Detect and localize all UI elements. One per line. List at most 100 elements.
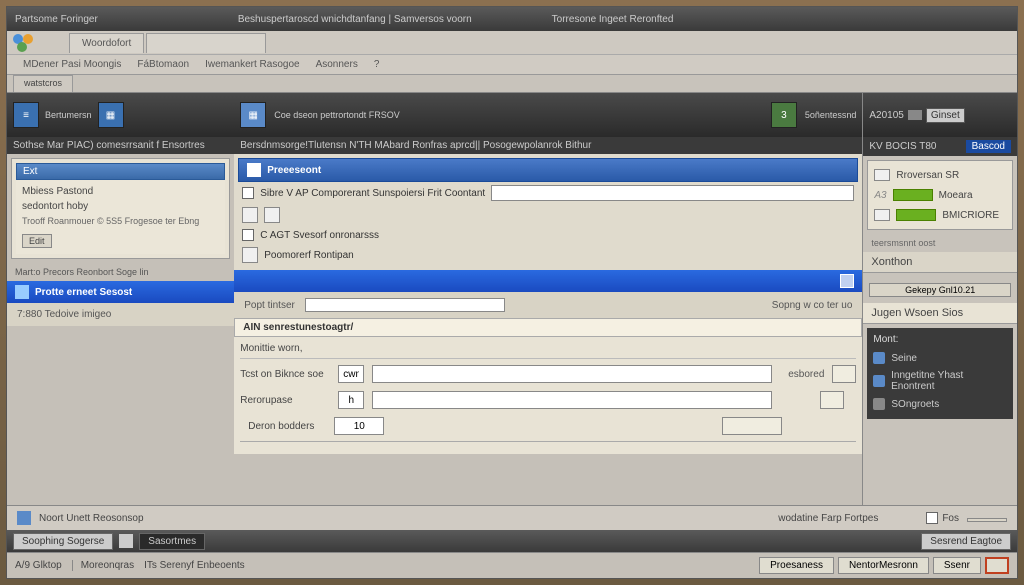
left-search-row: 7:880 Tedoive imigeo (7, 303, 234, 326)
form-row-1: Tcst on Biknce soe esbored (240, 365, 856, 383)
left-blue-bar[interactable]: Protte erneet Sesost (7, 281, 234, 303)
r-item-1[interactable]: Rroversan SR (872, 165, 1008, 185)
status-tab-r[interactable]: Sesrend Eagtoe (921, 533, 1011, 550)
doc-icon (15, 285, 29, 299)
main-tab-2[interactable] (146, 33, 266, 53)
icon-sq-1[interactable] (242, 207, 258, 223)
divider (240, 441, 856, 442)
status-tab-1[interactable]: Soophing Sogerse (13, 533, 113, 550)
rt-label: A20105 (869, 110, 903, 121)
tool-icon-1[interactable]: ≡ (13, 102, 39, 128)
section-header-1[interactable]: Preeeseont (238, 158, 858, 182)
row3-icon[interactable] (242, 247, 258, 263)
footer-btn-4[interactable] (985, 557, 1009, 574)
help-icon[interactable]: ? (374, 59, 380, 70)
footer-btn-3[interactable]: Ssenr (933, 557, 981, 574)
panel-edit-button[interactable]: Edit (22, 234, 52, 248)
menu-item-4[interactable]: Asonners (316, 59, 358, 70)
act-button[interactable] (967, 518, 1007, 522)
f3-box[interactable] (722, 417, 782, 435)
act-checkbox[interactable] (926, 512, 938, 524)
left-panel: Ext Mbiess Pastond sedontort hoby Trooff… (11, 158, 230, 259)
f1-prefix[interactable] (338, 365, 364, 383)
r-side-head: Jugen Wsoen Sios (863, 303, 1017, 324)
menu-item-2[interactable]: FáBtomaon (137, 59, 189, 70)
mid-tool-icon[interactable]: ▦ (240, 102, 266, 128)
r-sec-label: teersmsnnt oost (863, 234, 1017, 252)
search-label-r: Sopng w co ter uo (772, 300, 853, 311)
tool-icon-2[interactable]: ▦ (98, 102, 124, 128)
footer-btn-1[interactable]: Proesaness (759, 557, 834, 574)
dark-item-2[interactable]: Inngetitne Yhast Enontrent (873, 367, 1007, 395)
mid-toolbar: ▦ Coe dseon pettrortondt FRSOV 3 5oñente… (234, 93, 862, 137)
search-input[interactable] (305, 298, 505, 312)
f2-label: Rerorupase (240, 395, 330, 406)
footer: A/9 Glktop Moreonqras ITs Serenyf Enbeoe… (7, 552, 1017, 578)
bluebar-label: Protte erneet Sesost (35, 287, 132, 298)
act-icon (17, 511, 31, 525)
panel-head[interactable]: Ext (16, 163, 225, 180)
f2-prefix[interactable] (338, 391, 364, 409)
form-area: Monittie worn, Tcst on Biknce soe esbore… (234, 337, 862, 454)
dark-item-3[interactable]: SOngroets (873, 395, 1007, 413)
big-blue-bar[interactable] (234, 270, 862, 292)
secondary-menu: MDener Pasi Moongis FáBtomaon Iwemankert… (7, 55, 1017, 75)
d3-label: SOngroets (891, 399, 939, 410)
main-area: ≡ Bertumersn ▦ Sothse Mar PIAC) comesrrs… (7, 93, 1017, 505)
r-sec-button[interactable]: Gekepy Gnl10.21 (869, 283, 1011, 297)
rt-button[interactable]: Ginset (926, 108, 965, 123)
icon-sq-2[interactable] (264, 207, 280, 223)
d1-label: Seine (891, 353, 917, 364)
f3-input[interactable] (334, 417, 384, 435)
row2-label: C AGT Svesorf onronarsss (260, 230, 379, 241)
status-icon (119, 534, 133, 548)
checkbox-2[interactable] (242, 229, 254, 241)
mid-band-text: Bersdnmsorge!Tlutensn N'TH MAbard Ronfra… (240, 140, 591, 151)
menu-item-1[interactable]: MDener Pasi Moongis (23, 59, 121, 70)
title-center2: Torresone Ingeet Reronfted (552, 14, 674, 25)
right-band: KV BOCIS T80 Bascod (863, 137, 1017, 156)
f2-input[interactable] (372, 391, 772, 409)
act-chk-label: Fos (942, 513, 959, 524)
left-band-text: Sothse Mar PIAC) comesrrsanit f Ensortre… (13, 140, 205, 151)
f2-box[interactable] (820, 391, 844, 409)
f3-label: Deron bodders (248, 421, 326, 432)
doc-tab-1[interactable]: watstcros (13, 75, 73, 92)
bottom-area: Noort Unett Reosonsop wodatine Farp Fort… (7, 505, 1017, 578)
mid-column: ▦ Coe dseon pettrortondt FRSOV 3 5oñente… (234, 93, 862, 505)
mid-content: Preeeseont Sibre V AP Comporerant Sunspo… (234, 154, 862, 270)
r-item-3[interactable]: BMICRIORE (872, 205, 1008, 225)
footer-btn-2[interactable]: NentorMesronn (838, 557, 929, 574)
mid-tool-icon2[interactable]: 3 (771, 102, 797, 128)
menu-item-3[interactable]: Iwemankert Rasogoe (205, 59, 300, 70)
right-toolbar: A20105 Ginset (863, 93, 1017, 137)
f1-box[interactable] (832, 365, 856, 383)
checkbox-1[interactable] (242, 187, 254, 199)
footer-3[interactable]: ITs Serenyf Enbeoents (144, 560, 245, 571)
rband-text: KV BOCIS T80 (869, 141, 936, 152)
rt-box (908, 110, 922, 120)
status-tab-2[interactable]: Sasortmes (139, 533, 205, 550)
ci-icon-3 (873, 398, 885, 410)
item1-label: Rroversan SR (896, 170, 959, 181)
left-column: ≡ Bertumersn ▦ Sothse Mar PIAC) comesrrs… (7, 93, 234, 505)
tool-label: Bertumersn (45, 110, 92, 121)
mid-band: Bersdnmsorge!Tlutensn N'TH MAbard Ronfra… (234, 137, 862, 154)
item2-label: Moeara (939, 190, 973, 201)
footer-2[interactable]: Moreonqras (72, 560, 134, 571)
status-bar: Soophing Sogerse Sasortmes Sesrend Eagto… (7, 530, 1017, 552)
dark-item-1[interactable]: Seine (873, 349, 1007, 367)
act-right-label: wodatine Farp Fortpes (778, 513, 878, 524)
f1-after: esbored (788, 369, 824, 380)
left-toolbar: ≡ Bertumersn ▦ (7, 93, 234, 137)
left-note: Mart:o Precors Reonbort Soge lin (7, 263, 234, 281)
collapse-icon[interactable] (840, 274, 854, 288)
app-logo-icon (11, 32, 33, 54)
item-icon-3 (874, 209, 890, 221)
field-row-icons (238, 204, 858, 226)
f1-input[interactable] (372, 365, 772, 383)
row1-input[interactable] (491, 185, 854, 201)
r-item-2[interactable]: A3Moeara (872, 185, 1008, 205)
main-tab[interactable]: Woordofort (69, 33, 144, 53)
rband-button[interactable]: Bascod (966, 140, 1011, 153)
